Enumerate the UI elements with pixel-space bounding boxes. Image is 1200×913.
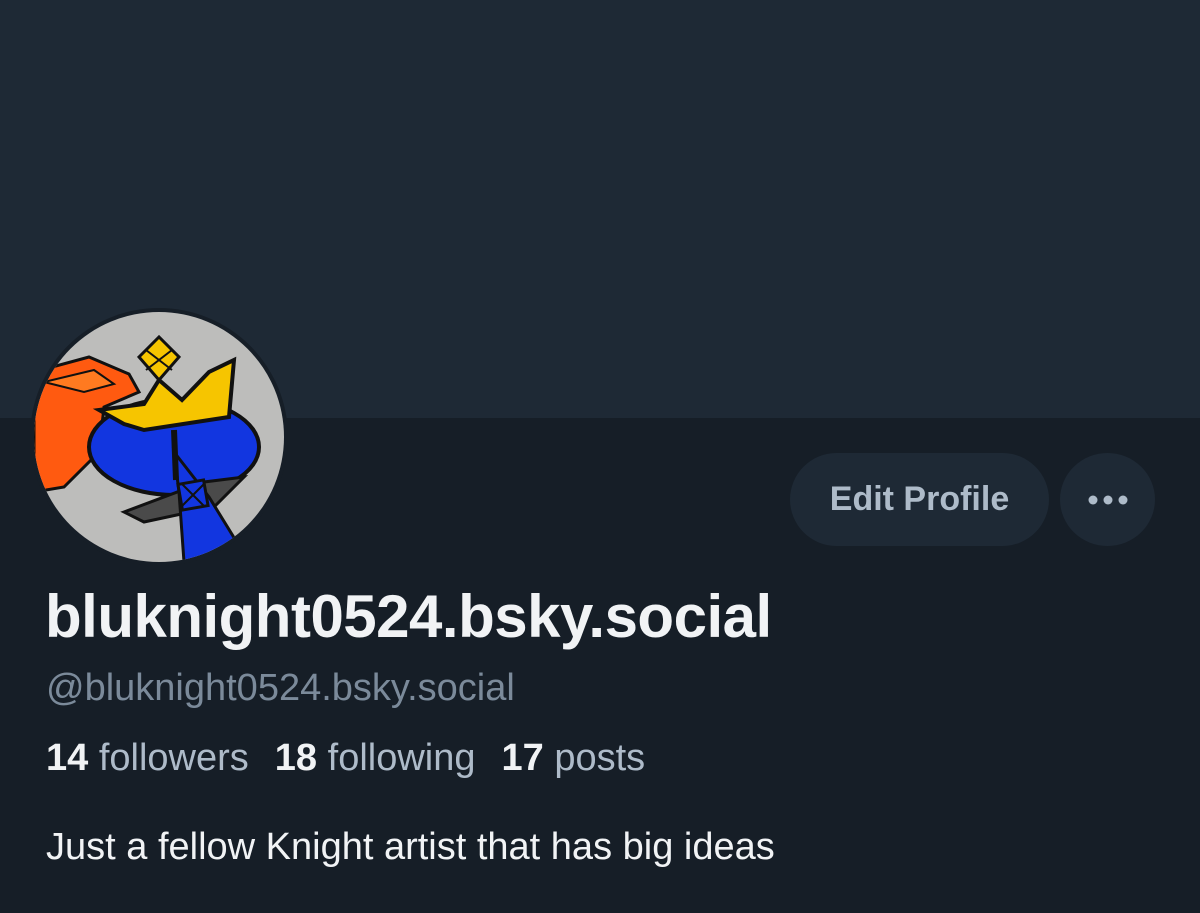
knight-crown-avatar-icon [34,312,284,562]
profile-stats: 14 followers 18 following 17 posts [46,737,645,780]
profile-handle: @bluknight0524.bsky.social [46,667,515,709]
posts-label: posts [554,737,646,779]
followers-count: 14 [46,737,89,779]
edit-profile-label: Edit Profile [829,480,1010,518]
posts-stat: 17 posts [502,737,646,780]
ellipsis-icon [1088,495,1127,504]
following-label: following [327,737,476,779]
profile-avatar[interactable] [30,308,288,566]
following-count: 18 [274,737,318,779]
followers-label: followers [98,737,249,779]
profile-bio: Just a fellow Knight artist that has big… [46,826,775,868]
edit-profile-button[interactable]: Edit Profile [790,453,1049,546]
posts-count: 17 [501,737,544,779]
more-options-button[interactable] [1060,453,1155,546]
profile-display-name: bluknight0524.bsky.social [45,583,772,650]
following-stat[interactable]: 18 following [275,737,476,780]
followers-stat[interactable]: 14 followers [46,737,249,780]
